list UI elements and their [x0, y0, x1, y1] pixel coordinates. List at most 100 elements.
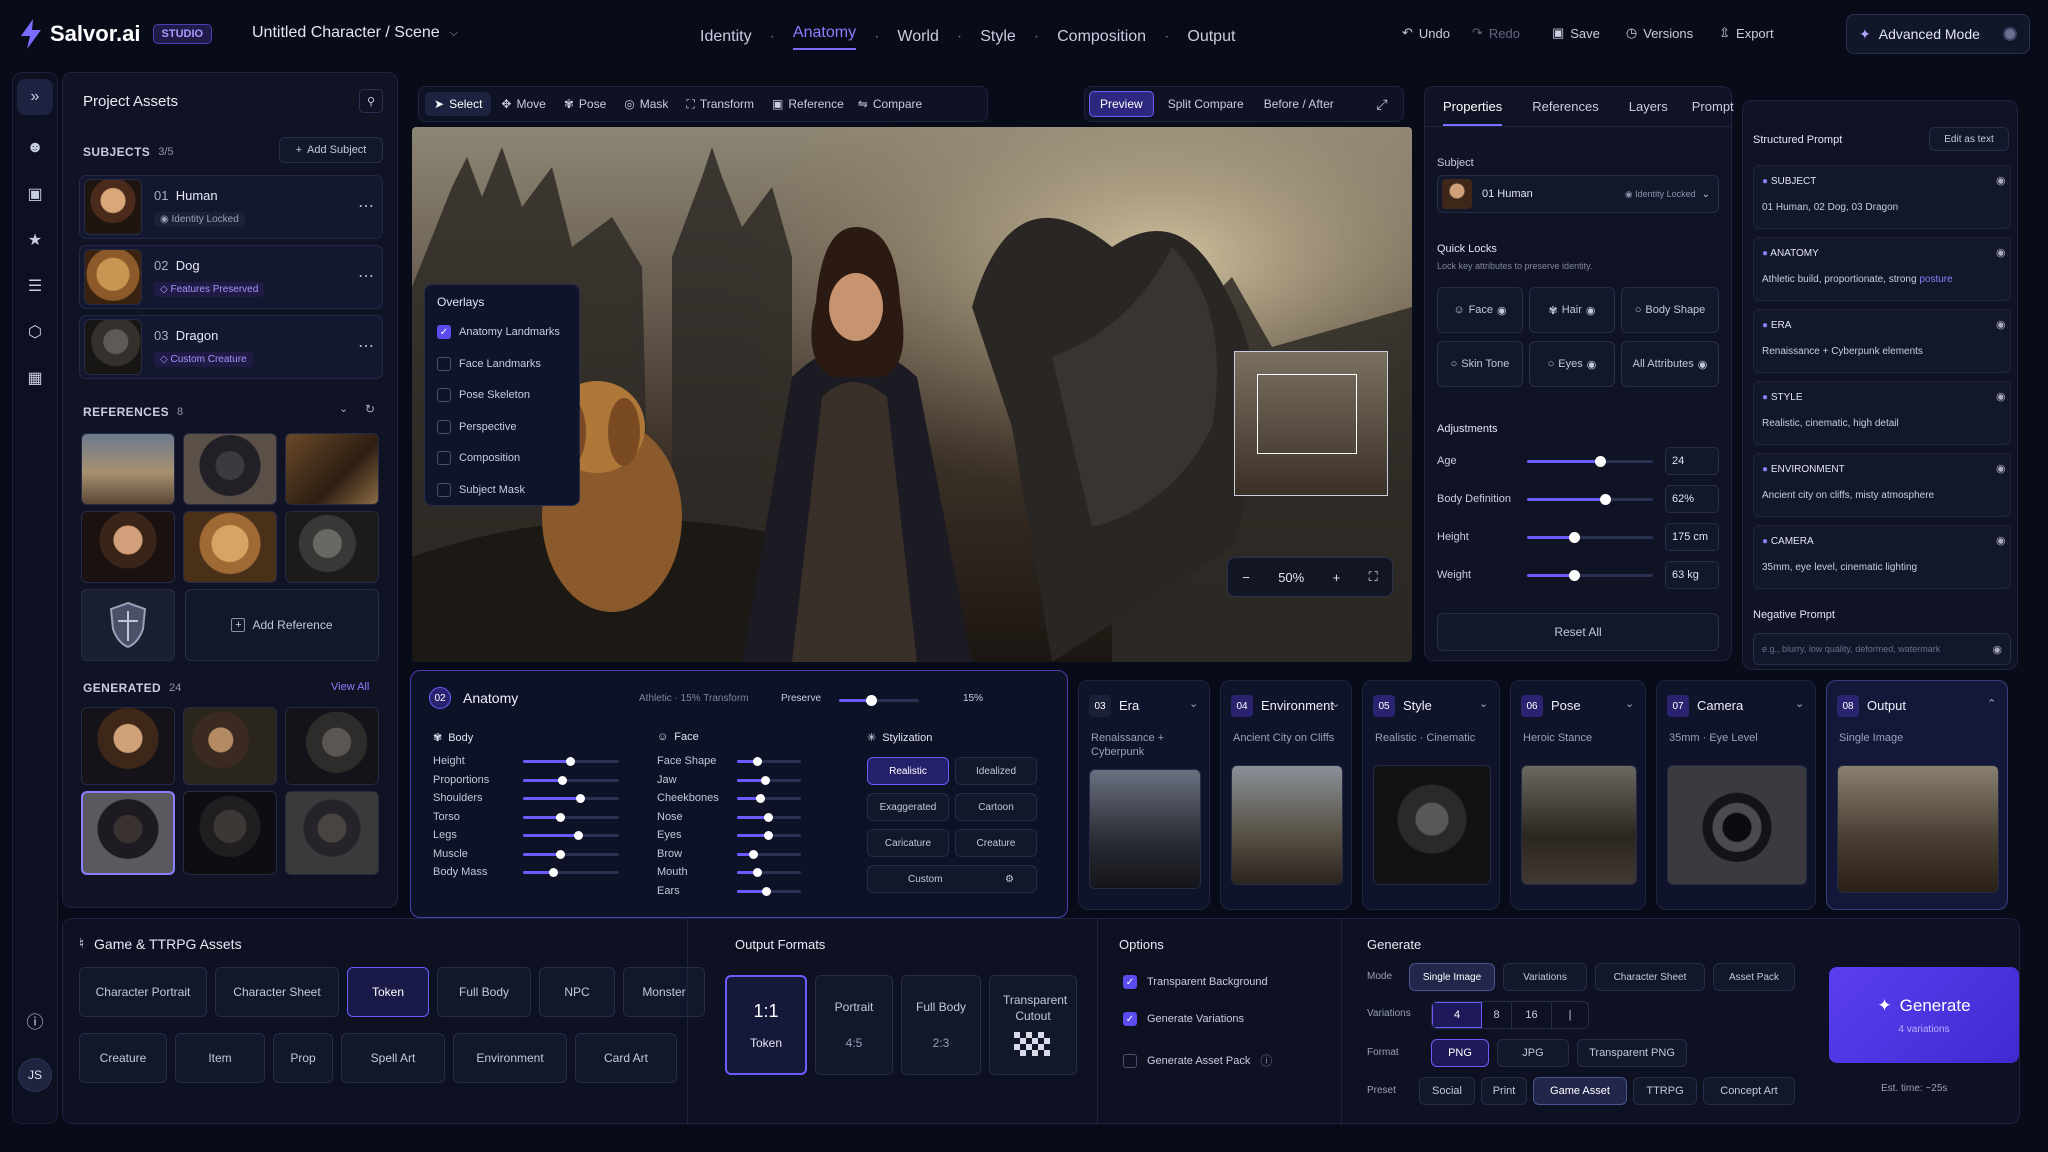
avatar[interactable]: JS — [18, 1058, 52, 1092]
style-exaggerated-button[interactable]: Exaggerated — [867, 793, 949, 821]
lock-hair-button[interactable]: ✾ Hair ◉ — [1529, 287, 1615, 333]
asset-type-npc[interactable]: NPC — [539, 967, 615, 1017]
anatomy-slider[interactable] — [737, 868, 801, 877]
slider-knob[interactable] — [762, 886, 772, 896]
add-reference-button[interactable]: + Add Reference — [185, 589, 379, 661]
anatomy-slider[interactable] — [523, 794, 619, 803]
search-icon[interactable]: ⚲ — [359, 89, 383, 113]
asset-type-creature[interactable]: Creature — [79, 1033, 167, 1083]
adjustment-slider[interactable] — [1527, 570, 1653, 581]
overlay-item[interactable]: Perspective — [437, 420, 516, 434]
overlay-item[interactable]: Subject Mask — [437, 483, 525, 497]
preset-ttrpg[interactable]: TTRPG — [1633, 1077, 1697, 1105]
style-custom-button[interactable]: Custom ⚙ — [867, 865, 1037, 893]
anatomy-slider[interactable] — [737, 794, 801, 803]
slider-knob[interactable] — [753, 757, 763, 766]
asset-type-character-sheet[interactable]: Character Sheet — [215, 967, 339, 1017]
advanced-mode-toggle[interactable]: ✦ Advanced Mode — [1846, 14, 2030, 54]
prompt-section[interactable]: ● ERA ◉ Renaissance + Cyberpunk elements — [1753, 309, 2011, 373]
chevron-down-icon[interactable]: ⌄ — [339, 402, 348, 415]
asset-type-token[interactable]: Token — [347, 967, 429, 1017]
format-token-button[interactable]: 1:1 Token — [725, 975, 807, 1075]
anatomy-slider[interactable] — [737, 886, 801, 896]
anatomy-slider[interactable] — [523, 831, 619, 840]
nav-composition[interactable]: Composition — [1057, 28, 1146, 46]
slider-knob[interactable] — [556, 849, 566, 859]
user-icon[interactable]: ☻ — [17, 133, 53, 163]
nav-anatomy[interactable]: Anatomy — [792, 24, 857, 50]
nav-output[interactable]: Output — [1187, 28, 1235, 46]
nav-identity[interactable]: Identity — [700, 28, 752, 46]
lock-icon[interactable]: ◉ — [1996, 534, 2006, 547]
refresh-icon[interactable]: ↻ — [365, 402, 375, 416]
overlay-item[interactable]: Pose Skeleton — [437, 388, 530, 402]
lock-icon[interactable]: ◉ — [1996, 174, 2006, 187]
format-transparent-cutout-button[interactable]: Transparent Cutout — [989, 975, 1077, 1075]
anatomy-slider[interactable] — [523, 849, 619, 859]
slider-knob[interactable] — [556, 812, 566, 822]
subject-select[interactable]: 01 Human ◉ Identity Locked ⌄ — [1437, 175, 1719, 213]
anatomy-slider[interactable] — [737, 812, 801, 822]
viewport-frame[interactable] — [1257, 374, 1357, 454]
reference-tool[interactable]: ▣ Reference — [772, 97, 844, 111]
option-item[interactable]: Generate Asset Pack ⓘ — [1123, 1052, 1272, 1069]
generated-thumb[interactable] — [285, 791, 379, 875]
asset-type-prop[interactable]: Prop — [273, 1033, 333, 1083]
adjustment-slider[interactable] — [1527, 456, 1653, 467]
navigator-minimap[interactable] — [1234, 351, 1388, 496]
slider-knob[interactable] — [866, 695, 877, 706]
slider-knob[interactable] — [1568, 532, 1580, 543]
star-icon[interactable]: ★ — [17, 225, 53, 255]
step-card-pose[interactable]: 06 Pose ⌄ Heroic Stance — [1510, 680, 1646, 910]
asset-type-card-art[interactable]: Card Art — [575, 1033, 677, 1083]
adjustment-value[interactable]: 24 — [1665, 447, 1719, 475]
subject-row-human[interactable]: 01 Human ◉ Identity Locked ⋯ — [79, 175, 383, 239]
project-title-dropdown[interactable]: Untitled Character / Scene ⌵ — [252, 24, 458, 42]
style-idealized-button[interactable]: Idealized — [955, 757, 1037, 785]
slider-knob[interactable] — [1568, 570, 1580, 581]
chevron-down-icon[interactable]: ⌄ — [1795, 697, 1804, 710]
tab-prompt[interactable]: Prompt — [1692, 99, 1734, 114]
slider-knob[interactable] — [1600, 494, 1612, 505]
add-subject-button[interactable]: + Add Subject — [279, 137, 383, 163]
slider-knob[interactable] — [749, 849, 759, 859]
chevron-up-icon[interactable]: ⌃ — [1987, 697, 1996, 710]
adjustment-slider[interactable] — [1527, 532, 1653, 543]
variations-8[interactable]: 8 — [1482, 1002, 1512, 1028]
export-button[interactable]: ⇫ Export — [1719, 25, 1773, 41]
mode-character-sheet[interactable]: Character Sheet — [1595, 963, 1705, 991]
asset-type-monster[interactable]: Monster — [623, 967, 705, 1017]
format-jpg[interactable]: JPG — [1497, 1039, 1569, 1067]
lock-icon[interactable]: ◉ — [1996, 318, 2006, 331]
lock-icon[interactable]: ◉ — [1996, 246, 2006, 259]
cube-icon[interactable]: ⬡ — [17, 317, 53, 347]
subject-row-dragon[interactable]: 03 Dragon ◇ Custom Creature ⋯ — [79, 315, 383, 379]
slider-knob[interactable] — [566, 757, 575, 766]
anatomy-slider[interactable] — [737, 757, 801, 766]
asset-type-environment[interactable]: Environment — [453, 1033, 567, 1083]
chevron-down-icon[interactable]: ⌄ — [1625, 697, 1634, 710]
compare-tool[interactable]: ⇋ Compare — [858, 97, 922, 111]
asset-type-full-body[interactable]: Full Body — [437, 967, 531, 1017]
image-icon[interactable]: ▣ — [17, 179, 53, 209]
generated-thumb-selected[interactable] — [81, 791, 175, 875]
undo-button[interactable]: ↶ Undo — [1402, 25, 1450, 41]
step-card-environment[interactable]: 04 Environment ⌄ Ancient City on Cliffs — [1220, 680, 1352, 910]
edit-as-text-button[interactable]: Edit as text — [1929, 127, 2009, 151]
slider-knob[interactable] — [573, 831, 583, 840]
more-icon[interactable]: ⋯ — [358, 196, 374, 216]
anatomy-slider[interactable] — [523, 812, 619, 822]
option-item[interactable]: ✓ Generate Variations — [1123, 1012, 1244, 1026]
reference-thumb-warrior[interactable] — [183, 433, 277, 505]
generated-thumb[interactable] — [285, 707, 379, 785]
slider-knob[interactable] — [558, 775, 568, 785]
style-realistic-button[interactable]: Realistic — [867, 757, 949, 785]
asset-type-character-portrait[interactable]: Character Portrait — [79, 967, 207, 1017]
reference-thumb-face[interactable] — [81, 511, 175, 583]
grid-icon[interactable]: ▦ — [17, 363, 53, 393]
zoom-in-icon[interactable]: + — [1333, 570, 1341, 585]
lock-skin-tone-button[interactable]: ○ Skin Tone — [1437, 341, 1523, 387]
pose-tool[interactable]: ✾ Pose — [564, 97, 606, 111]
anatomy-slider[interactable] — [737, 849, 801, 859]
before-after-tab[interactable]: Before / After — [1264, 97, 1334, 111]
